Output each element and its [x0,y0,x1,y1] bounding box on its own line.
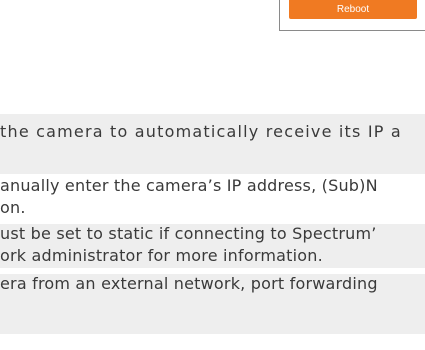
spectrum-note: ust be set to static if connecting to Sp… [0,224,425,246]
reboot-button[interactable]: Reboot [289,0,417,19]
static-ip-description: anually enter the camera’s IP address, (… [0,176,378,195]
port-forwarding-note: era from an external network, port forwa… [0,274,425,334]
static-ip-description-end: on. [0,198,26,217]
administrator-note: ork administrator for more information. [0,246,425,268]
dhcp-description: the camera to automatically receive its … [0,114,425,174]
reboot-panel: Reboot [279,0,425,31]
